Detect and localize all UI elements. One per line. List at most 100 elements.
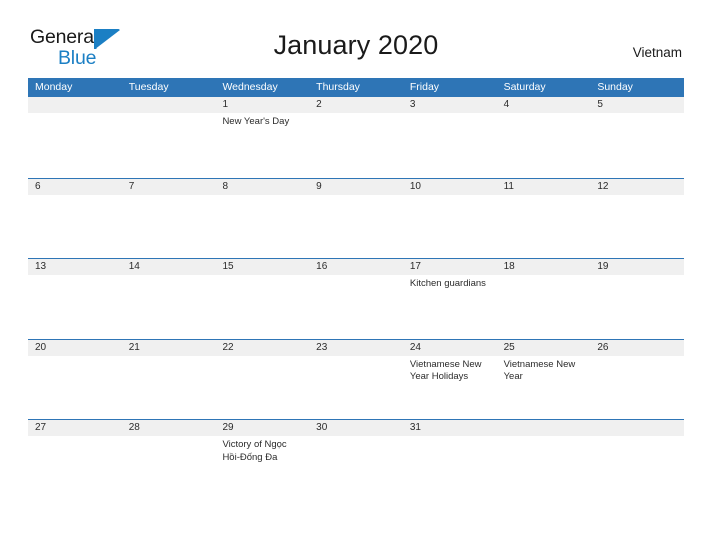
day-number: 17 [409,261,421,272]
day-number: 13 [35,261,47,272]
day-number: 19 [597,261,609,272]
day-number: 29 [222,422,234,433]
day-number: 16 [316,261,328,272]
weekday-header-sunday: Sunday [597,81,633,93]
day-cell-24[interactable]: 24 Vietnamese New Year Holidays [403,340,497,421]
country-label: Vietnam [632,45,682,60]
day-cell-27[interactable]: 27 [28,420,122,501]
day-cell-28[interactable]: 28 [122,420,216,501]
day-number: 24 [409,341,421,353]
day-cell-16[interactable]: 16 [309,259,403,340]
day-number: 4 [503,99,510,110]
day-cell-26[interactable]: 26 [590,340,684,421]
day-number: 6 [35,180,41,192]
holiday-event: Vietnamese New Year [503,358,576,383]
weekday-header-saturday: Saturday [503,81,546,93]
day-event-list: Victory of Ngọc Hồi-Đống Đa [222,436,309,464]
day-number: 11 [503,180,514,192]
day-cell-empty [28,97,122,178]
day-cell-12[interactable]: 12 [590,179,684,260]
day-cell-container: 1 New Year's Day 2 3 4 5 [28,97,684,178]
day-event-list: Vietnamese New Year [504,356,591,384]
calendar-week-row: 1 New Year's Day 2 3 4 5 [28,97,684,178]
day-number [597,420,684,436]
day-cell-21[interactable]: 21 [122,340,216,421]
day-cell-5[interactable]: 5 [590,97,684,178]
day-number [504,420,591,436]
calendar-week-row: 27 28 29 Victory of Ngọc Hồi-Đống Đa 30 31 [28,419,684,500]
day-cell-4[interactable]: 4 [497,97,591,178]
day-cell-8[interactable]: 8 [215,179,309,260]
day-cell-2[interactable]: 2 [309,97,403,178]
day-cell-19[interactable]: 19 [590,259,684,340]
day-cell-3[interactable]: 3 [403,97,497,178]
day-number: 27 [35,422,47,433]
day-cell-empty [590,420,684,501]
day-cell-20[interactable]: 20 [28,340,122,421]
weekday-header-wednesday: Wednesday [222,81,278,93]
day-number: 18 [503,261,515,272]
day-cell-empty [122,97,216,178]
day-number [35,97,122,113]
holiday-event: New Year's Day [222,116,290,127]
day-number: 25 [503,341,515,353]
day-number: 2 [316,99,322,110]
day-cell-23[interactable]: 23 [309,340,403,421]
day-event-list: New Year's Day [222,113,309,129]
day-cell-30[interactable]: 30 [309,420,403,501]
day-number: 21 [128,341,140,353]
day-cell-container: 27 28 29 Victory of Ngọc Hồi-Đống Đa 30 31 [28,420,684,501]
day-cell-17[interactable]: 17 Kitchen guardians [403,259,497,340]
day-number: 30 [316,422,328,433]
weekday-header-monday: Monday [35,81,73,93]
day-cell-13[interactable]: 13 [28,259,122,340]
day-number: 31 [409,422,421,433]
day-cell-container: 6 7 8 9 10 11 12 [28,179,684,260]
day-number: 9 [316,180,322,192]
calendar-grid: Monday Tuesday Wednesday Thursday Friday Satu… [28,78,684,500]
holiday-event: Victory of Ngọc Hồi-Đống Đa [222,439,287,463]
holiday-event: Kitchen guardians [409,278,486,289]
day-cell-1[interactable]: 1 New Year's Day [215,97,309,178]
day-number: 22 [222,341,234,353]
holiday-event: Vietnamese New Year Holidays [409,358,482,383]
day-cell-15[interactable]: 15 [215,259,309,340]
day-cell-18[interactable]: 18 [497,259,591,340]
day-cell-6[interactable]: 6 [28,179,122,260]
day-event-list: Vietnamese New Year Holidays [410,356,497,384]
day-number: 26 [597,341,609,353]
weekday-header-row: Monday Tuesday Wednesday Thursday Friday Satu… [28,78,684,97]
day-cell-14[interactable]: 14 [122,259,216,340]
day-cell-29[interactable]: 29 Victory of Ngọc Hồi-Đống Đa [215,420,309,501]
day-cell-25[interactable]: 25 Vietnamese New Year [497,340,591,421]
day-cell-22[interactable]: 22 [215,340,309,421]
day-cell-container: 13 14 15 16 17 Kitchen guardians 18 19 [28,259,684,340]
day-event-list: Kitchen guardians [410,275,497,291]
day-cell-31[interactable]: 31 [403,420,497,501]
day-number: 12 [597,180,609,192]
day-cell-empty [497,420,591,501]
day-number: 23 [316,341,328,353]
weekday-header-friday: Friday [409,81,440,93]
calendar-week-row: 20 21 22 23 24 Vietnamese New Year Holidays 25… [28,338,684,421]
day-cell-container: 20 21 22 23 24 Vietnamese New Year Holidays 25… [28,340,684,421]
calendar-week-row: 13 14 15 16 17 Kitchen guardians 18 19 [28,258,684,339]
calendar-weeks: 1 New Year's Day 2 3 4 5 6 7 8 9 10 11 12 13 14 15 16 17 K… [28,97,684,500]
day-number: 7 [128,180,135,192]
day-cell-7[interactable]: 7 [122,179,216,260]
day-number: 10 [409,180,421,192]
day-cell-10[interactable]: 10 [403,179,497,260]
day-number: 28 [128,422,140,433]
day-number: 14 [128,261,140,272]
weekday-header-tuesday: Tuesday [128,81,169,93]
day-number: 1 [222,99,228,110]
day-number [129,97,216,113]
day-number: 3 [409,99,416,110]
page-title: January 2020 [273,30,439,60]
day-number: 20 [35,341,47,353]
day-number: 8 [222,180,228,192]
day-number: 15 [222,261,234,272]
page-header: General Blue January 2020 Vietnam [0,0,712,76]
day-cell-11[interactable]: 11 [497,179,591,260]
day-cell-9[interactable]: 9 [309,179,403,260]
